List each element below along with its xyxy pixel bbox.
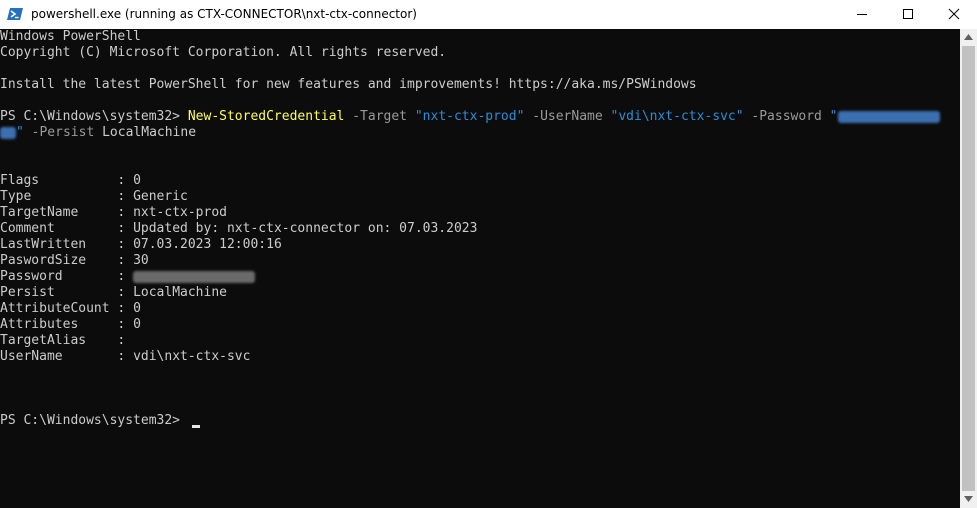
output-separator: : <box>109 349 134 364</box>
output-key: Flags <box>0 173 110 188</box>
arrow-up-icon <box>964 34 973 40</box>
output-separator: : <box>109 301 134 316</box>
scroll-down-button[interactable] <box>960 491 977 508</box>
vertical-scrollbar[interactable] <box>960 29 977 508</box>
output-value: 0 <box>133 301 141 316</box>
output-row: Password : <box>0 269 256 285</box>
output-row: Persist : LocalMachine <box>0 285 227 301</box>
value-password-quote: " <box>829 109 838 124</box>
output-separator: : <box>109 237 134 252</box>
output-key: TargetAlias <box>0 333 110 348</box>
output-key: LastWritten <box>0 237 110 252</box>
output-row: TargetName : nxt-ctx-prod <box>0 205 227 221</box>
parameter-persist: -Persist <box>23 125 103 140</box>
output-row: PaswordSize : 30 <box>0 253 149 269</box>
parameter-username: -UserName <box>524 109 611 124</box>
powershell-window: powershell.exe (running as CTX-CONNECTOR… <box>0 0 977 508</box>
prompt: PS C:\Windows\system32> <box>0 109 188 124</box>
text-cursor <box>192 425 200 428</box>
banner-line: Copyright (C) Microsoft Corporation. All… <box>0 45 447 60</box>
output-separator: : <box>109 221 134 236</box>
output-separator: : <box>109 205 134 220</box>
output-row: TargetAlias : <box>0 333 133 349</box>
output-row: AttributeCount : 0 <box>0 301 141 317</box>
output-row: Flags : 0 <box>0 173 141 189</box>
output-key: TargetName <box>0 205 110 220</box>
final-prompt: PS C:\Windows\system32> <box>0 413 188 428</box>
minimize-button[interactable] <box>839 0 885 29</box>
output-row: Attributes : 0 <box>0 317 141 333</box>
output-key: AttributeCount <box>0 301 110 316</box>
minimize-icon <box>857 14 867 15</box>
value-password-quote: " <box>16 125 24 140</box>
output-key: Comment <box>0 221 110 236</box>
output-key: Attributes <box>0 317 110 332</box>
output-value: vdi\nxt-ctx-svc <box>133 349 251 364</box>
banner-line: Windows PowerShell <box>0 29 141 44</box>
cmdlet-name: New-StoredCredential <box>187 109 345 124</box>
output-separator: : <box>109 173 134 188</box>
redacted-password <box>133 270 256 283</box>
parameter-password: -Password <box>743 109 830 124</box>
value-persist: LocalMachine <box>102 125 197 140</box>
scroll-up-button[interactable] <box>960 29 977 46</box>
output-value: LocalMachine <box>133 285 227 300</box>
console-output[interactable]: Windows PowerShell Copyright (C) Microso… <box>0 29 960 508</box>
output-key: PaswordSize <box>0 253 110 268</box>
title-bar[interactable]: powershell.exe (running as CTX-CONNECTOR… <box>0 0 977 30</box>
output-row: Type : Generic <box>0 189 188 205</box>
value-target: "nxt-ctx-prod" <box>414 109 525 124</box>
output-value: 07.03.2023 12:00:16 <box>133 237 282 252</box>
output-key: Password <box>0 269 110 284</box>
close-icon <box>948 8 960 20</box>
maximize-icon <box>903 9 913 19</box>
output-value: nxt-ctx-prod <box>133 205 227 220</box>
redacted-password <box>0 126 16 139</box>
output-separator: : <box>109 333 134 348</box>
arrow-down-icon <box>964 496 973 502</box>
close-button[interactable] <box>931 0 977 29</box>
output-separator: : <box>109 285 134 300</box>
output-value: 0 <box>133 317 141 332</box>
scrollbar-thumb[interactable] <box>962 46 975 491</box>
output-key: UserName <box>0 349 110 364</box>
command-line: PS C:\Windows\system32> New-StoredCreden… <box>0 109 940 125</box>
redacted-password <box>837 110 940 123</box>
output-value: 30 <box>133 253 149 268</box>
output-value: 0 <box>133 173 141 188</box>
output-value: Generic <box>133 189 188 204</box>
banner-line: Install the latest PowerShell for new fe… <box>0 77 697 92</box>
output-separator: : <box>109 189 134 204</box>
output-key: Type <box>0 189 110 204</box>
output-value: Updated by: nxt-ctx-connector on: 07.03.… <box>133 221 478 236</box>
output-key: Persist <box>0 285 110 300</box>
powershell-icon <box>7 6 23 22</box>
output-row: Comment : Updated by: nxt-ctx-connector … <box>0 221 477 237</box>
value-username: "vdi\nxt-ctx-svc" <box>610 109 744 124</box>
command-line-continued: " -Persist LocalMachine <box>0 125 196 141</box>
output-separator: : <box>109 317 134 332</box>
output-separator: : <box>109 269 134 284</box>
output-separator: : <box>109 253 134 268</box>
parameter-target: -Target <box>344 109 415 124</box>
output-row: UserName : vdi\nxt-ctx-svc <box>0 349 250 365</box>
maximize-button[interactable] <box>885 0 931 29</box>
window-title: powershell.exe (running as CTX-CONNECTOR… <box>31 7 417 21</box>
output-row: LastWritten : 07.03.2023 12:00:16 <box>0 237 282 253</box>
